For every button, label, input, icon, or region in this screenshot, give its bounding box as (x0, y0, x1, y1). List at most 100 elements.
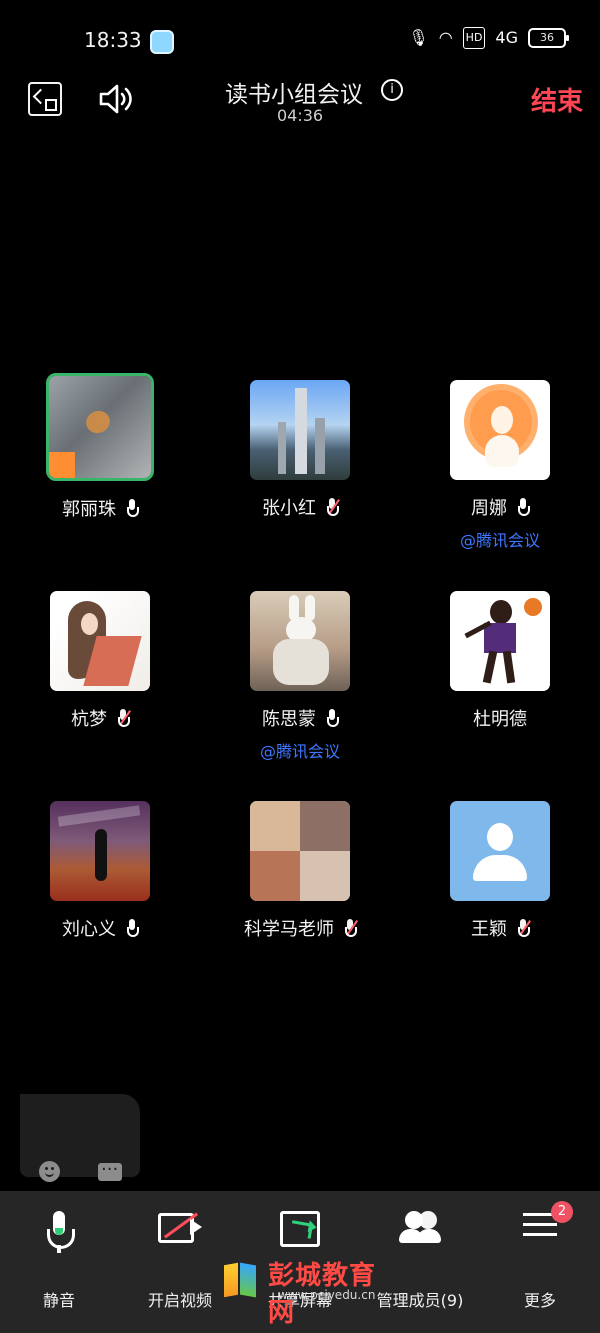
participant-avatar[interactable] (250, 801, 350, 901)
microphone-icon (326, 709, 339, 727)
status-time: 18:33 (84, 28, 142, 52)
status-bar: 18:33 🎙 ◠ HD 4G 36 (0, 0, 600, 80)
participant-photo (250, 801, 350, 901)
host-badge-icon (49, 452, 75, 478)
player-leg (502, 650, 516, 684)
participant-source: @腾讯会议 (459, 531, 540, 550)
notification-badge: 2 (551, 1201, 573, 1223)
wifi-icon: ◠ (438, 28, 453, 47)
book-logo-icon (220, 1260, 262, 1300)
participant-tile[interactable]: 王颖 (420, 801, 580, 941)
participant-photo (250, 380, 350, 480)
participant-name-row: 杭梦 (20, 705, 180, 731)
meeting-timer: 04:36 (277, 106, 324, 125)
player-jersey (484, 623, 516, 653)
participant-name: 杜明德 (473, 709, 527, 730)
microphone-muted-icon (117, 709, 131, 727)
participant-avatar[interactable] (46, 373, 154, 481)
mute-label: 静音 (42, 1291, 75, 1310)
members-icon (399, 1211, 441, 1243)
speaker-icon[interactable] (96, 79, 136, 119)
photo-object (82, 407, 114, 437)
photo-collage-cell (300, 851, 350, 901)
photo-building (315, 418, 325, 474)
participant-avatar[interactable] (450, 380, 550, 480)
participant-photo (50, 801, 150, 901)
picture-in-picture-icon[interactable] (28, 82, 62, 116)
participant-name: 刘心义 (62, 919, 116, 940)
participant-avatar[interactable] (50, 591, 150, 691)
participant-name-row: 郭丽珠 (20, 495, 180, 521)
microphone-icon (47, 1211, 75, 1255)
cartoon-face (491, 406, 513, 434)
stage-light (57, 805, 141, 827)
participant-source: @腾讯会议 (259, 742, 340, 761)
participant-avatar[interactable] (50, 801, 150, 901)
participant-name-row: 王颖 (420, 915, 580, 941)
participant-tile[interactable]: 张小红 (220, 380, 380, 520)
meeting-title: 读书小组会议 (225, 82, 363, 108)
photo-collage-cell (250, 851, 300, 901)
hd-icon: HD (462, 27, 486, 49)
photo-building (295, 388, 307, 474)
avatar-head (487, 823, 513, 851)
rabbit-body (273, 639, 329, 685)
participant-name: 杭梦 (71, 709, 107, 730)
photo-collage-cell (250, 801, 300, 851)
basketball-icon (524, 598, 542, 616)
player-head (490, 600, 512, 624)
participant-name: 郭丽珠 (62, 499, 116, 520)
photo-building (278, 422, 286, 474)
participant-avatar[interactable] (250, 380, 350, 480)
stage-person (95, 829, 107, 881)
meeting-header: 读书小组会议 i 04:36 结束 (0, 75, 600, 135)
participant-avatar[interactable] (250, 591, 350, 691)
participant-name-row: 科学马老师 (220, 915, 380, 941)
participant-avatar[interactable] (450, 801, 550, 901)
participant-tile[interactable]: 周娜 @腾讯会议 (420, 380, 580, 551)
video-label: 开启视频 (147, 1291, 212, 1310)
info-icon[interactable]: i (381, 79, 403, 101)
participant-name: 王颖 (471, 919, 507, 940)
share-screen-icon (280, 1211, 320, 1247)
participant-tile[interactable]: 杜明德 (420, 591, 580, 731)
microphone-muted-icon (344, 919, 358, 937)
participant-photo (250, 591, 350, 691)
participant-name-row: 杜明德 (420, 705, 580, 731)
participant-photo (50, 591, 150, 691)
microphone-icon (517, 498, 530, 516)
microphone-icon (126, 919, 139, 937)
photo-collage-cell (300, 801, 350, 851)
participant-name: 陈思蒙 (262, 709, 316, 730)
participant-tile[interactable]: 刘心义 (20, 801, 180, 941)
participant-tile[interactable]: 陈思蒙 @腾讯会议 (220, 591, 380, 762)
status-icons: 🎙 ◠ HD 4G 36 (408, 27, 569, 49)
participant-name: 张小红 (262, 498, 316, 519)
reaction-panel (20, 1094, 140, 1182)
participant-photo (450, 591, 550, 691)
participant-name-row: 陈思蒙 (220, 705, 380, 731)
participant-tile[interactable]: 科学马老师 (220, 801, 380, 941)
participant-photo (450, 380, 550, 480)
microphone-icon (126, 499, 139, 517)
signal-icon: 4G (495, 28, 518, 47)
participant-tile[interactable]: 杭梦 (20, 591, 180, 731)
microphone-muted-icon (517, 919, 531, 937)
microphone-muted-icon (326, 498, 340, 516)
participant-avatar[interactable] (450, 591, 550, 691)
end-meeting-button[interactable]: 结束 (531, 81, 583, 118)
microphone-status-icon: 🎙 (408, 28, 429, 47)
watermark-url: www.pcjyedu.cn (278, 1288, 376, 1302)
chat-icon[interactable] (98, 1159, 122, 1181)
participant-name: 周娜 (471, 498, 507, 519)
video-off-icon (158, 1211, 202, 1243)
participant-name-row: 张小红 (220, 494, 380, 520)
meeting-app-icon (150, 30, 174, 54)
watermark: 彭城教育网 www.pcjyedu.cn (220, 1255, 400, 1328)
participant-name-row: 刘心义 (20, 915, 180, 941)
illustration-face (81, 613, 98, 635)
more-label: 更多 (523, 1291, 556, 1310)
participant-photo (49, 376, 151, 478)
battery-icon: 36 (528, 28, 569, 48)
participant-tile[interactable]: 郭丽珠 (20, 373, 180, 521)
